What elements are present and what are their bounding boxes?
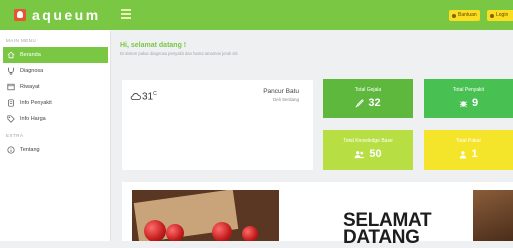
weather-district: Deli Serdang [272,97,299,102]
stat-label: Total Gejala [354,87,382,93]
sidebar-item-label: Riwayat [20,84,40,90]
login-button-label: Login [496,12,509,18]
stat-label: Total Penyakit [452,87,485,93]
stat-value-row: 1 [424,148,513,160]
sidebar-section-main: MAIN MENU [6,38,37,43]
help-button-label: Bantuan [458,12,477,18]
info-icon [7,146,15,154]
top-navbar: aqueum Bantuan Login [0,0,513,30]
sidebar-item-info-penyakit[interactable]: Info Penyakit [0,95,110,111]
stat-value-row: 32 [323,97,413,109]
bug-icon [459,100,468,107]
sidebar-item-label: Info Penyakit [20,100,52,106]
cloud-icon [130,93,141,100]
users-icon [354,150,365,158]
weather-card: 31C Pancur Batu Deli Serdang [122,80,313,170]
brand-name: aqueum [32,7,101,23]
login-button[interactable]: Login [487,10,513,21]
banner-line-2: DATANG [343,227,420,248]
temperature-value: 31 [142,91,154,103]
sidebar: MAIN MENU Beranda Diagnosa Riwayat Info … [0,30,111,241]
sidebar-item-info-harga[interactable]: Info Harga [0,111,110,127]
temperature-unit: C [153,91,157,97]
sidebar-section-extra: EXTRA [6,133,24,138]
stat-value: 1 [471,148,478,160]
sidebar-item-label: Info Harga [20,116,46,122]
user-icon [460,150,467,158]
food-image [132,190,279,241]
login-icon [490,13,494,18]
logo-icon [14,9,26,21]
stat-value: 50 [369,148,382,160]
sidebar-item-tentang[interactable]: Tentang [0,142,110,158]
help-icon [452,13,456,18]
sidebar-item-beranda[interactable]: Beranda [3,47,108,63]
stat-card-pakar[interactable]: Total Pakar 1 [424,130,513,170]
food-image-right [473,190,513,241]
history-icon [7,83,15,91]
stat-card-penyakit[interactable]: Total Penyakit 9 [424,79,513,118]
sidebar-item-label: Beranda [20,52,41,58]
hamburger-menu-icon[interactable] [121,9,131,19]
stat-label: Total Knowledge Base [343,138,393,144]
sidebar-item-diagnosa[interactable]: Diagnosa [0,63,110,79]
weather-city: Pancur Batu [263,88,299,95]
temperature: 31C [142,91,157,102]
stat-value-row: 50 [323,148,413,160]
sidebar-item-label: Tentang [20,147,40,153]
welcome-header: Hi, selamat datang ! Di sistem pakar dia… [120,42,238,56]
help-button[interactable]: Bantuan [449,10,480,21]
home-icon [7,51,15,59]
stat-value: 9 [471,97,479,109]
welcome-banner: SELAMAT DATANG [122,182,513,247]
tag-icon [7,115,15,123]
eyedropper-icon [355,98,365,107]
sidebar-item-label: Diagnosa [20,68,44,74]
stat-card-gejala[interactable]: Total Gejala 32 [323,79,413,118]
stat-value: 32 [368,97,381,109]
stat-value-row: 9 [424,97,513,109]
stethoscope-icon [8,67,14,75]
stat-card-knowledge-base[interactable]: Total Knowledge Base 50 [323,130,413,170]
stat-label: Total Pakar [455,138,481,144]
welcome-subtitle: Di sistem pakar diagnosa penyakit dan ha… [120,51,238,56]
sidebar-item-riwayat[interactable]: Riwayat [0,79,110,95]
welcome-title: Hi, selamat datang ! [120,42,187,49]
virus-icon [8,99,14,107]
brand[interactable]: aqueum [14,6,101,24]
